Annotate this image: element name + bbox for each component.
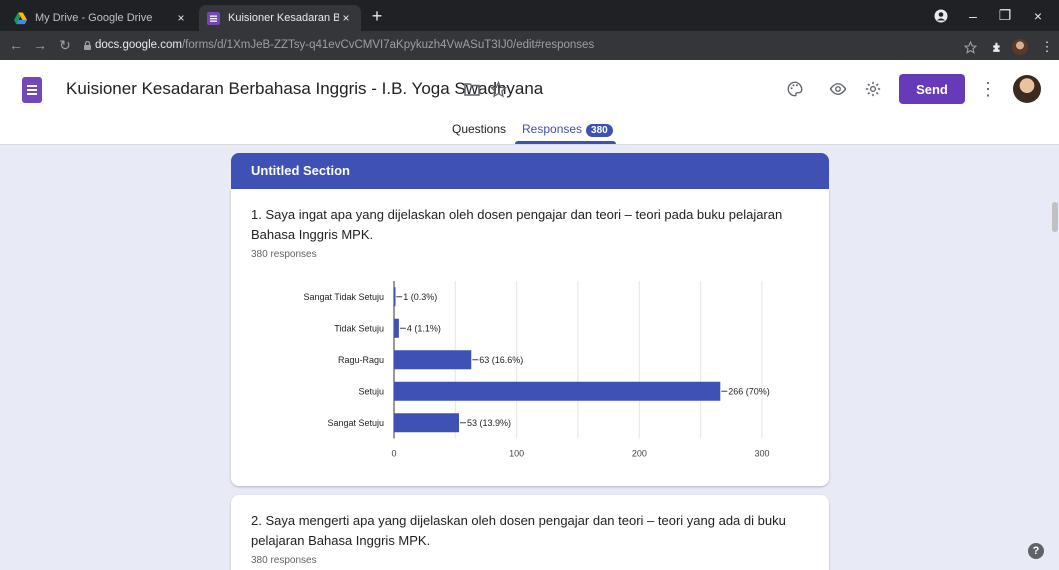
user-avatar-small[interactable] [1011,38,1029,56]
tab-responses[interactable]: Responses 380 [522,122,613,137]
send-button[interactable]: Send [899,74,965,104]
close-window-button[interactable]: × [1020,0,1056,31]
account-avatar[interactable] [1013,75,1041,103]
browser-menu-icon[interactable]: ⋮ [1038,38,1056,56]
url-path: /forms/d/1XmJeB-ZZTsy-q41evCvCMVI7aKpyku… [181,39,595,51]
category-label: Sangat Tidak Setuju [303,292,384,302]
x-tick-label: 100 [509,449,524,459]
active-tab-indicator [515,141,616,144]
category-label: Setuju [358,386,384,396]
lock-icon [84,41,91,50]
settings-gear-icon[interactable] [861,77,885,101]
bar[interactable] [394,381,721,401]
new-tab-button[interactable]: + [366,6,388,27]
google-forms-logo-icon [22,77,42,103]
tab-title: Kuisioner Kesadaran Berbahasa I [228,12,339,24]
form-tabs: Questions Responses 380 [0,116,1059,144]
forward-arrow-icon[interactable]: → [30,37,50,53]
profile-icon[interactable] [923,0,959,31]
google-drive-icon [14,11,27,24]
responses-count-badge: 380 [586,124,613,137]
maximize-button[interactable]: ❐ [987,0,1023,31]
bookmark-star-icon[interactable] [961,38,979,56]
tab-close-icon[interactable]: × [339,11,353,25]
category-label: Sangat Setuju [327,418,384,428]
data-label: 4 (1.1%) [407,323,441,333]
browser-tab-forms[interactable]: Kuisioner Kesadaran Berbahasa I × [199,5,361,31]
data-label: 266 (70%) [728,386,770,396]
bar-chart: 0 100 200 300 Sangat Tidak Setuju 1 (0.3%) Tid… [303,281,770,459]
bar[interactable] [394,287,396,307]
question-title: 2. Saya mengerti apa yang dijelaskan ole… [251,513,786,548]
reload-icon[interactable]: ↻ [55,37,75,54]
back-arrow-icon[interactable]: ← [6,37,26,53]
preview-eye-icon[interactable] [826,77,850,101]
bar[interactable] [394,318,399,338]
star-icon[interactable] [486,77,510,101]
extensions-icon[interactable] [988,38,1006,56]
tab-title: My Drive - Google Drive [35,12,153,24]
tab-questions[interactable]: Questions [452,122,506,136]
browser-tab-strip: My Drive - Google Drive × Kuisioner Kesa… [0,0,1059,31]
folder-icon[interactable] [460,77,484,101]
question-card-1: 1. Saya ingat apa yang dijelaskan oleh d… [231,189,829,486]
help-icon[interactable]: ? [1028,543,1044,559]
more-options-icon[interactable]: ⋮ [976,77,1000,101]
section-header: Untitled Section [231,153,829,189]
question-card-2: 2. Saya mengerti apa yang dijelaskan ole… [231,495,829,570]
scrollbar-thumb[interactable] [1052,202,1058,232]
category-label: Ragu-Ragu [338,355,384,365]
bar[interactable] [394,413,460,433]
google-forms-icon [207,11,220,25]
x-tick-label: 0 [391,449,396,459]
browser-toolbar: ← → ↻ docs.google.com/forms/d/1XmJeB-ZZT… [0,31,1059,60]
data-label: 63 (16.6%) [479,355,523,365]
address-bar[interactable]: docs.google.com/forms/d/1XmJeB-ZZTsy-q41… [95,39,594,51]
url-host: docs.google.com [95,39,182,51]
minimize-button[interactable]: – [955,0,991,31]
data-label: 53 (13.9%) [467,418,511,428]
response-count: 380 responses [251,555,317,566]
forms-header: Kuisioner Kesadaran Berbahasa Inggris - … [0,60,1059,145]
tab-close-icon[interactable]: × [174,11,188,25]
data-label: 1 (0.3%) [403,292,437,302]
tab-responses-label: Responses [522,122,583,136]
x-tick-label: 300 [754,449,769,459]
x-tick-label: 200 [632,449,647,459]
browser-tab-drive[interactable]: My Drive - Google Drive × [6,5,196,31]
bar[interactable] [394,350,472,370]
category-label: Tidak Setuju [334,323,384,333]
palette-icon[interactable] [783,77,807,101]
